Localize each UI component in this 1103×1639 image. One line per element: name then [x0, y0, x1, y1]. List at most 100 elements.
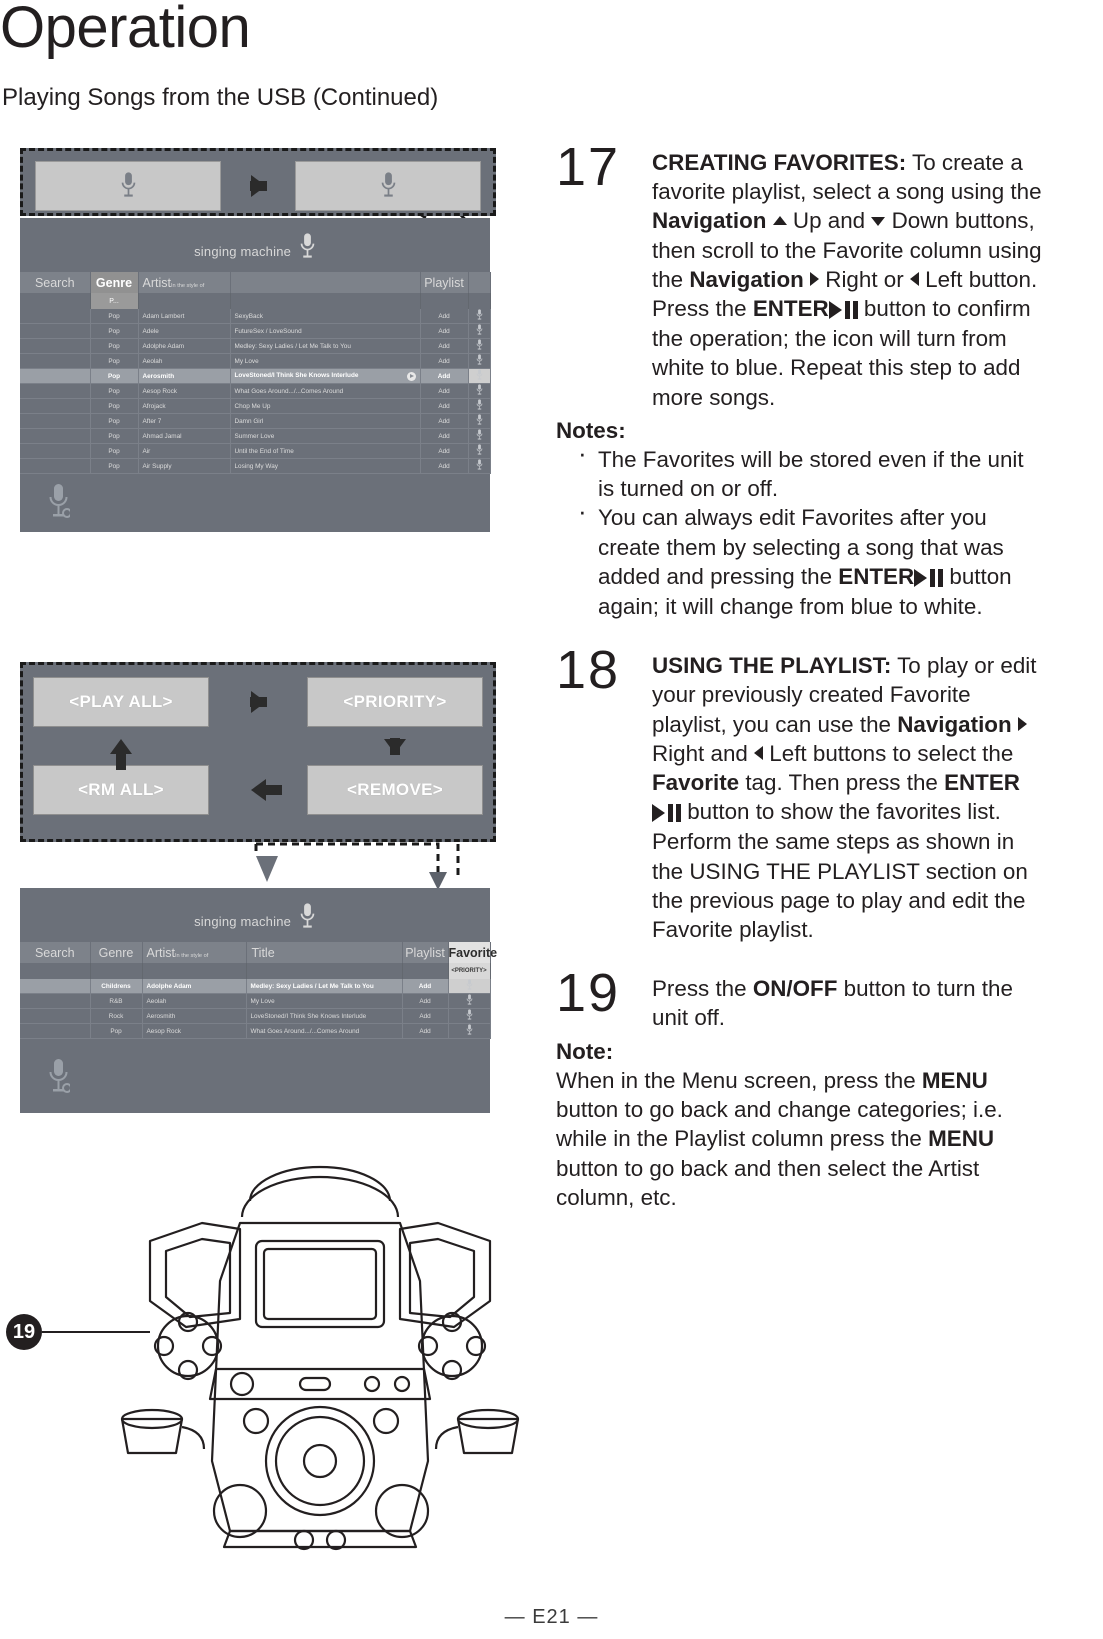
cell-favorite[interactable]	[448, 1023, 491, 1039]
cell-title: Chop Me Up	[230, 398, 421, 414]
table-row[interactable]: Pop After 7 Damn Girl Add	[20, 413, 491, 429]
microphone-icon	[476, 354, 482, 365]
microphone-icon	[466, 1024, 472, 1035]
table-row[interactable]: Pop Air Until the End of Time Add	[20, 443, 491, 459]
subrow-search-cell	[20, 293, 91, 309]
favorite-tag-value[interactable]: <PRIORITY>	[448, 963, 491, 979]
karaoke-machine-diagram	[120, 1165, 520, 1551]
cell-playlist-add[interactable]: Add	[402, 993, 449, 1009]
table-row[interactable]: Pop Aesop Rock What Goes Around.../...Come…	[20, 383, 491, 399]
cell-playlist-add[interactable]: Add	[420, 309, 469, 324]
rm-all-button[interactable]: <RM ALL>	[33, 765, 209, 815]
cell-favorite[interactable]	[468, 413, 491, 429]
cell-playlist-add[interactable]: Add	[420, 458, 469, 474]
subrow-title-cell	[246, 963, 403, 979]
cell-genre: Pop	[90, 353, 139, 369]
cell-playlist-add[interactable]: Add	[420, 368, 469, 384]
cell-playlist-add[interactable]: Add	[402, 979, 449, 994]
microphone-icon	[476, 459, 482, 470]
cell-title: Until the End of Time	[230, 443, 421, 459]
table-row[interactable]: Pop Ahmad Jamal Summer Love Add	[20, 428, 491, 444]
table-row[interactable]: Pop Adolphe Adam Medley: Sexy Ladies / Let…	[20, 338, 491, 354]
mic-tile-left	[35, 161, 221, 211]
microphone-icon	[466, 979, 472, 990]
cell-playlist-add[interactable]: Add	[402, 1008, 449, 1024]
cell-playlist-add[interactable]: Add	[420, 398, 469, 414]
table-row[interactable]: Pop Aeolah My Love Add	[20, 353, 491, 369]
table-row[interactable]: Childrens Adolphe Adam Medley: Sexy Ladies…	[20, 979, 491, 994]
cell-favorite[interactable]	[448, 993, 491, 1009]
cell-search	[20, 428, 91, 444]
figure-playlist-options: <PLAY ALL> <PRIORITY> <RM ALL> <REMOVE>	[20, 662, 496, 842]
cell-title: Medley: Sexy Ladies / Let Me Talk to You	[230, 338, 421, 354]
table-row[interactable]: Pop Afrojack Chop Me Up Add	[20, 398, 491, 414]
priority-button[interactable]: <PRIORITY>	[307, 677, 483, 727]
column-header-favorite[interactable]: Favorite	[448, 942, 497, 963]
table-row[interactable]: Pop Air Supply Losing My Way Add	[20, 458, 491, 474]
column-header-search[interactable]: Search	[20, 272, 91, 293]
column-header-artist[interactable]: ArtistIn the style of	[138, 272, 231, 293]
genre-filter-value[interactable]: P...	[90, 293, 139, 309]
microphone-icon	[476, 429, 482, 440]
arrow-up-icon	[772, 216, 787, 226]
cell-favorite[interactable]	[448, 979, 491, 994]
cell-playlist-add[interactable]: Add	[420, 443, 469, 459]
cell-favorite[interactable]	[468, 443, 491, 459]
cell-favorite[interactable]	[468, 398, 491, 414]
cell-favorite[interactable]	[468, 458, 491, 474]
cell-artist: Aerosmith	[142, 1008, 247, 1024]
cell-playlist-add[interactable]: Add	[420, 428, 469, 444]
cell-favorite[interactable]	[448, 1008, 491, 1024]
cell-playlist-add[interactable]: Add	[420, 353, 469, 369]
column-header-artist[interactable]: ArtistIn the style of	[142, 942, 247, 963]
step-19-number: 19	[556, 963, 621, 1024]
instructions-column: 17 CREATING FAVORITES: To create a favor…	[556, 140, 1044, 1212]
arrow-down-icon	[384, 737, 406, 755]
column-header-genre[interactable]: Genre	[90, 942, 143, 963]
note-item-3: When in the Menu screen, press the MENU …	[556, 1067, 1003, 1210]
table-row[interactable]: Pop Adam Lambert SexyBack Add	[20, 309, 491, 324]
play-all-button[interactable]: <PLAY ALL>	[33, 677, 209, 727]
cell-genre: Pop	[90, 338, 139, 354]
cell-genre: Pop	[90, 383, 139, 399]
column-header-favorite[interactable]	[468, 272, 491, 293]
cell-playlist-add[interactable]: Add	[420, 413, 469, 429]
cell-favorite[interactable]	[468, 383, 491, 399]
cell-playlist-add[interactable]: Add	[420, 323, 469, 339]
column-header-search[interactable]: Search	[20, 942, 91, 963]
column-header-title[interactable]	[230, 272, 421, 293]
arrow-right-icon	[249, 175, 267, 197]
cell-search	[20, 323, 91, 339]
cell-favorite[interactable]	[468, 309, 491, 324]
table-row[interactable]: R&B Aeolah My Love Add	[20, 993, 491, 1009]
cell-title: My Love	[230, 353, 421, 369]
column-header-playlist[interactable]: Playlist	[420, 272, 469, 293]
cell-favorite[interactable]	[468, 368, 491, 384]
cell-artist: Air Supply	[138, 458, 231, 474]
table-row[interactable]: Pop Aesop Rock What Goes Around.../...Come…	[20, 1023, 491, 1039]
cell-favorite[interactable]	[468, 338, 491, 354]
table-row[interactable]: Pop Aerosmith LoveStoned/I Think She Knows…	[20, 368, 491, 384]
cell-favorite[interactable]	[468, 428, 491, 444]
cell-title: What Goes Around.../...Comes Around	[230, 383, 421, 399]
callout-leader-line	[42, 1331, 150, 1333]
step-17-text: CREATING FAVORITES: To create a favorite…	[652, 150, 1042, 410]
cell-favorite[interactable]	[468, 323, 491, 339]
cell-favorite[interactable]	[468, 353, 491, 369]
cell-playlist-add[interactable]: Add	[420, 338, 469, 354]
microphone-icon	[466, 1009, 472, 1020]
note-item-2: You can always edit Favorites after you …	[556, 497, 1044, 621]
column-header-title[interactable]: Title	[246, 942, 403, 963]
column-header-playlist[interactable]: Playlist	[402, 942, 449, 963]
column-header-genre[interactable]: Genre	[90, 272, 139, 293]
remove-button[interactable]: <REMOVE>	[307, 765, 483, 815]
screen-brand: singing machine	[20, 888, 490, 942]
table-row[interactable]: Pop Adele FutureSex / LoveSound Add	[20, 323, 491, 339]
cell-genre: Rock	[90, 1008, 143, 1024]
cell-playlist-add[interactable]: Add	[420, 383, 469, 399]
arrow-down-icon	[871, 217, 886, 227]
cell-playlist-add[interactable]: Add	[402, 1023, 449, 1039]
cell-artist: Aeolah	[138, 353, 231, 369]
cell-search	[20, 979, 91, 994]
table-row[interactable]: Rock Aerosmith LoveStoned/I Think She Know…	[20, 1008, 491, 1024]
